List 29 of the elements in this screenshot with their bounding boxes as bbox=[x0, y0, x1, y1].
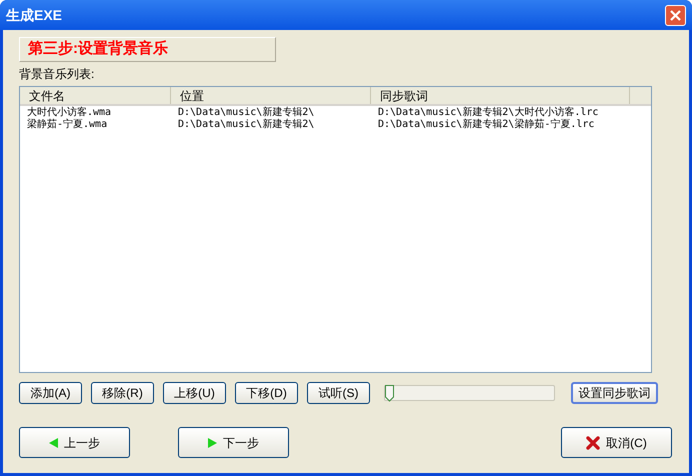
next-button[interactable]: 下一步 bbox=[178, 427, 289, 458]
table-cell-text: 大时代小访客.wma bbox=[26, 107, 112, 118]
back-button[interactable]: 上一步 bbox=[19, 427, 130, 458]
list-button[interactable]: 上移(U) bbox=[163, 382, 226, 404]
column-header[interactable]: 同步歌词 bbox=[371, 87, 630, 104]
slider-thumb[interactable] bbox=[385, 385, 394, 402]
step-title: 第三步:设置背景音乐 bbox=[28, 39, 168, 60]
table-cell-text: D:\Data\music\新建专辑2\ bbox=[177, 119, 316, 131]
music-list[interactable]: 文件名 位置 同步歌词 大时代小访客.wma D:\Data\music\新建专辑2\ D:\Data\music\新建专辑2\大时代小访客.lrc 梁静茹-宁夏.wma D:\Data\music\新建专辑2\ D:\Data\music\新建专辑2\梁静茹-宁夏.lrc bbox=[19, 86, 652, 373]
lyrics-button[interactable]: 设置同步歌词 bbox=[571, 382, 658, 404]
table-cell-text: 梁静茹-宁夏.wma bbox=[26, 119, 108, 131]
column-header[interactable]: 文件名 bbox=[20, 87, 171, 104]
list-button[interactable]: 移除(R) bbox=[91, 382, 154, 404]
table-cell-text: D:\Data\music\新建专辑2\梁静茹-宁夏.lrc bbox=[377, 119, 596, 131]
list-button[interactable]: 试听(S) bbox=[307, 382, 370, 404]
right-arrow-icon bbox=[208, 438, 217, 448]
list-button[interactable]: 下移(D) bbox=[235, 382, 298, 404]
close-icon bbox=[670, 10, 681, 20]
close-button[interactable] bbox=[665, 4, 686, 26]
column-header[interactable]: 位置 bbox=[171, 87, 371, 104]
close-icon bbox=[586, 436, 600, 450]
list-label: 背景音乐列表: bbox=[19, 67, 96, 81]
table-cell-text: D:\Data\music\新建专辑2\ bbox=[177, 107, 316, 118]
list-button[interactable]: 添加(A) bbox=[19, 382, 82, 404]
table-cell-text: D:\Data\music\新建专辑2\大时代小访客.lrc bbox=[377, 107, 600, 118]
window-title: 生成EXE bbox=[6, 6, 62, 24]
left-arrow-icon bbox=[49, 438, 58, 448]
cancel-button[interactable]: 取消(C) bbox=[561, 427, 672, 458]
slider-track[interactable] bbox=[384, 385, 555, 401]
